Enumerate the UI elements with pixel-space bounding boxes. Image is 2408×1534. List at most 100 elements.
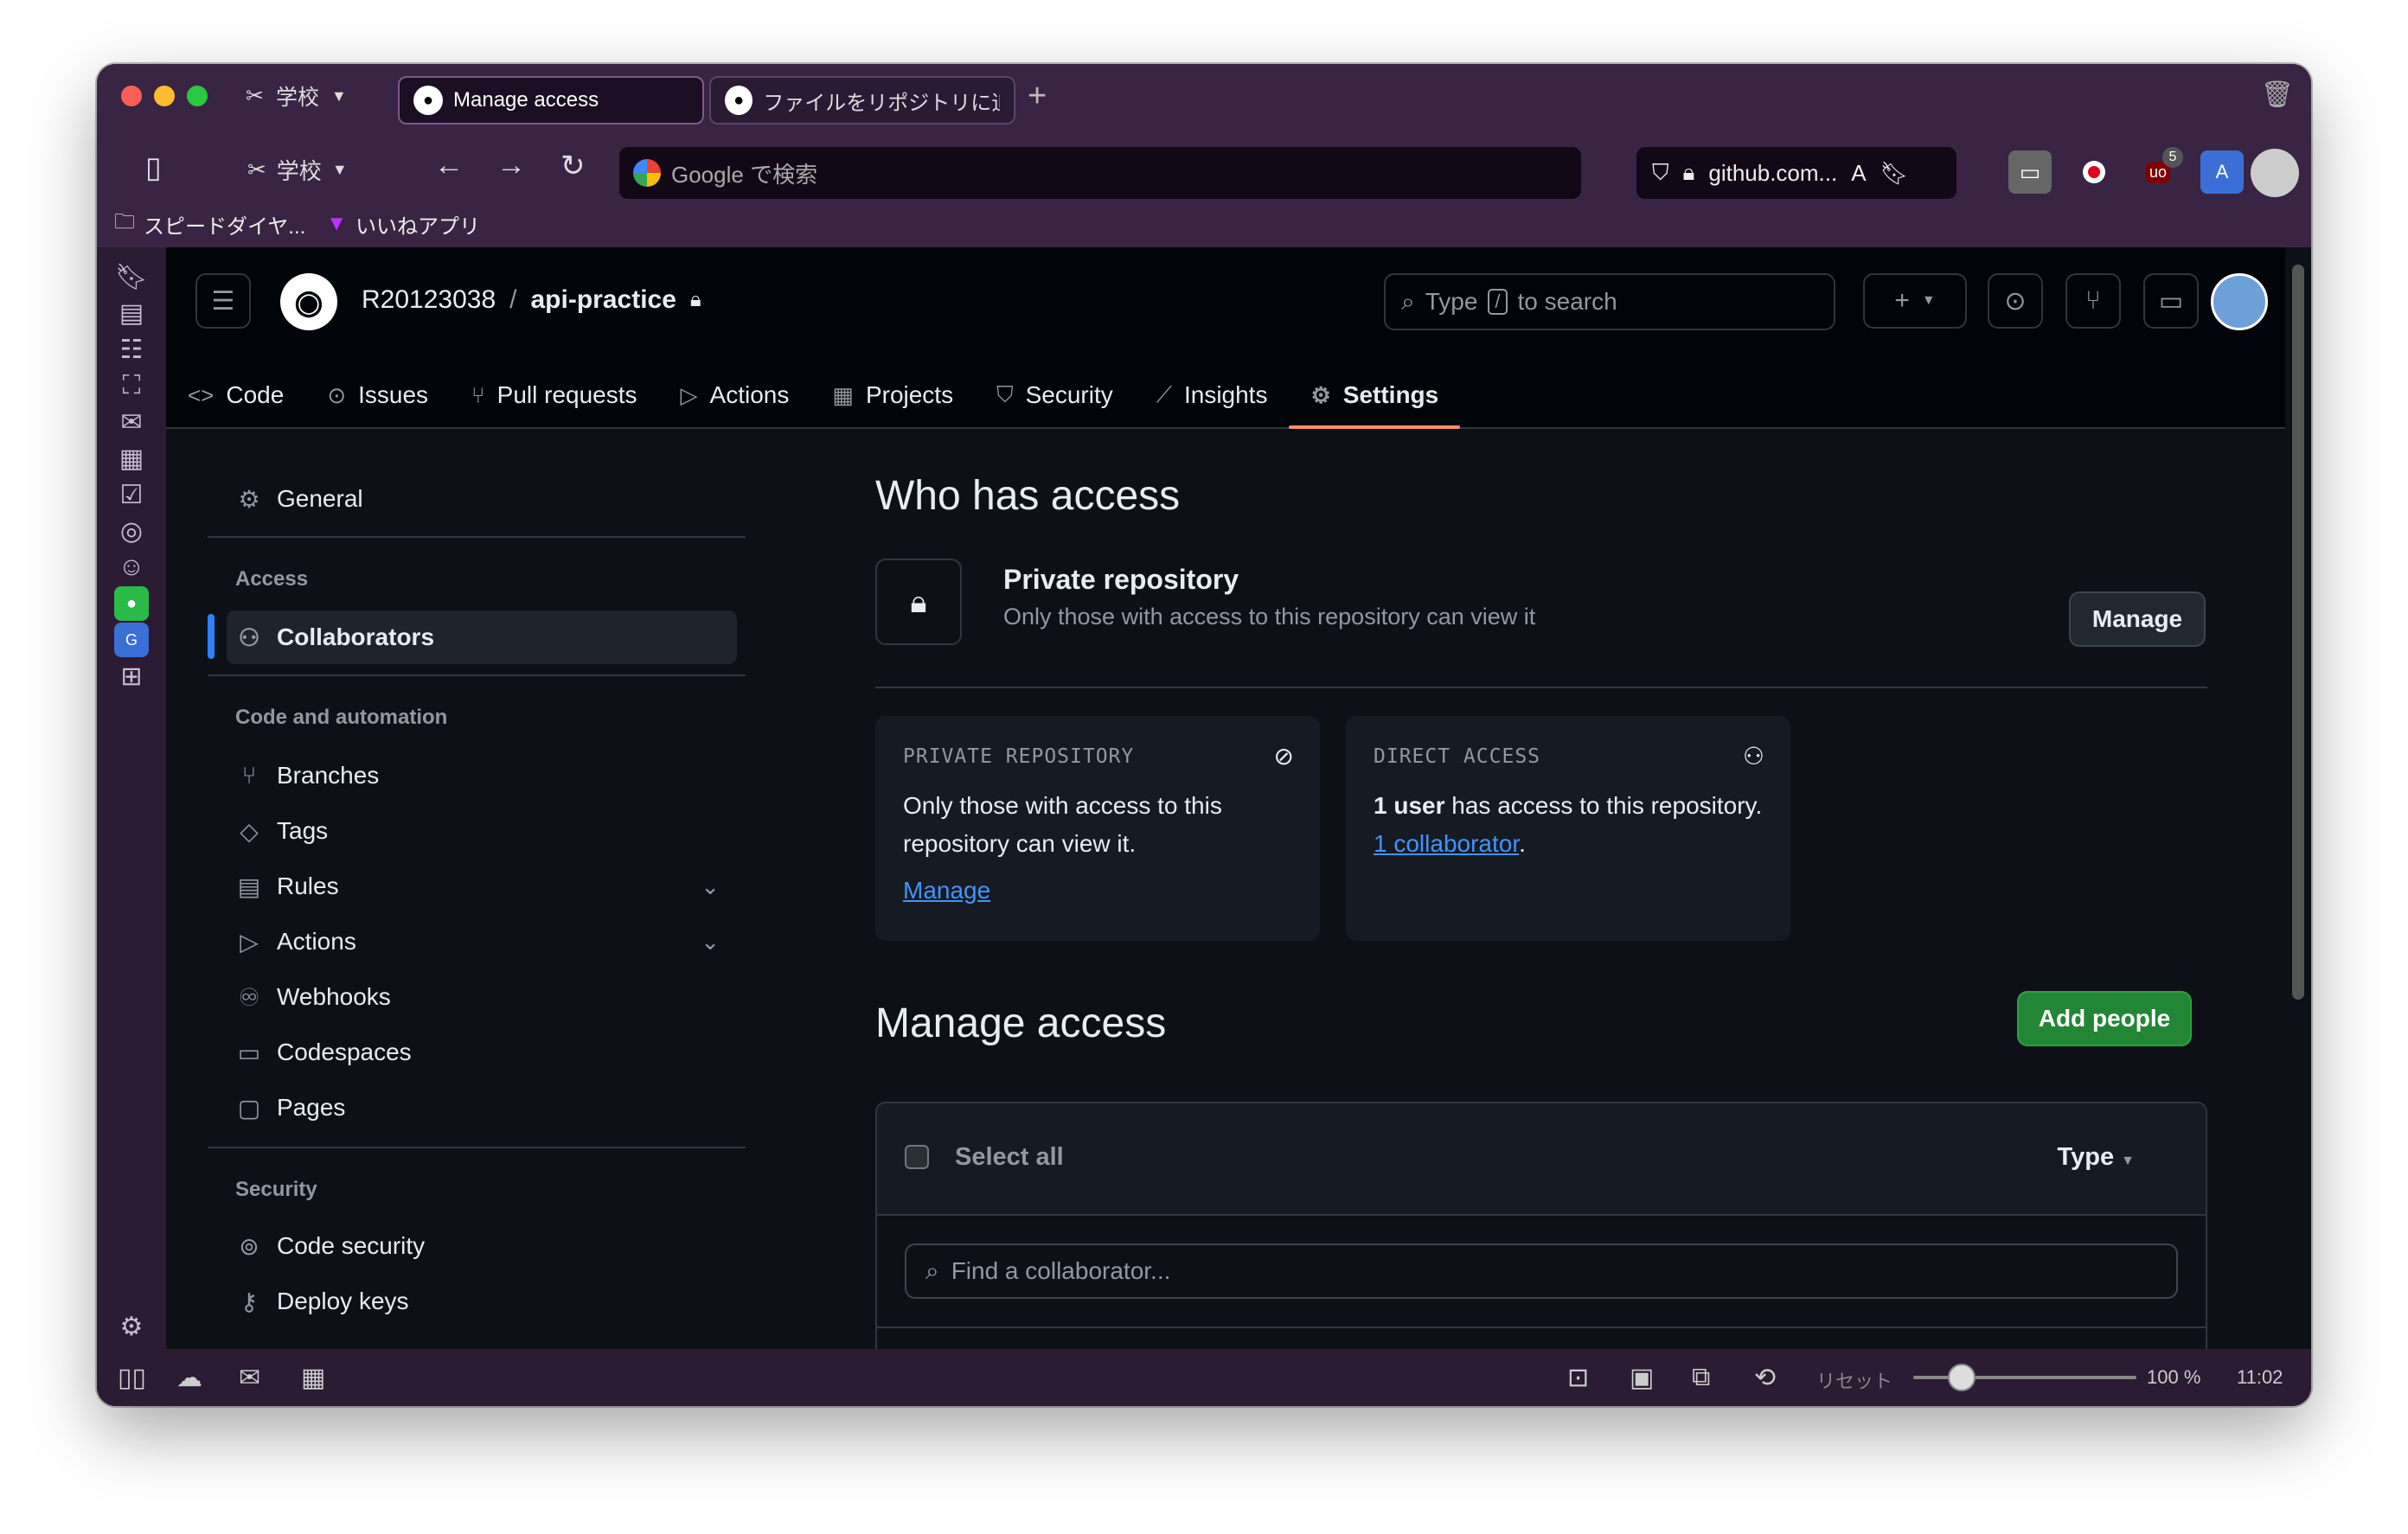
search-input[interactable]: ⌕ Type / to search bbox=[1384, 273, 1835, 330]
calendar-icon[interactable]: ▦ bbox=[301, 1363, 325, 1393]
translate-panel-icon[interactable]: ⛶ bbox=[114, 368, 149, 403]
forward-arrow-icon[interactable]: → bbox=[496, 149, 526, 182]
line-app-icon[interactable]: ● bbox=[114, 586, 149, 621]
capture-icon[interactable]: ⊡ bbox=[1567, 1363, 1589, 1393]
code-icon: <> bbox=[188, 381, 215, 408]
new-tab-button[interactable]: + bbox=[1028, 78, 1047, 115]
history-icon[interactable]: ☷ bbox=[114, 332, 149, 367]
feeds-panel-icon[interactable]: ◎ bbox=[114, 514, 149, 548]
sidebar-item-actions[interactable]: ▷ Actions ⌄ bbox=[235, 915, 746, 968]
sidebar-toggle-icon[interactable]: ▯ bbox=[145, 150, 162, 185]
tab-file-repo[interactable]: ● ファイルをリポジトリに追 bbox=[709, 76, 1015, 125]
private-repository-card: PRIVATE REPOSITORY ⊘ Only those with acc… bbox=[875, 716, 1320, 941]
page-tiling-icon[interactable]: ⧉ bbox=[1692, 1363, 1710, 1392]
tab-label: Code bbox=[226, 381, 285, 408]
profile-avatar[interactable] bbox=[2251, 149, 2299, 197]
sidebar-divider bbox=[208, 536, 746, 538]
workspace-switcher[interactable]: ✂ 学校 ▼ bbox=[246, 80, 347, 112]
sidebar-item-code-security[interactable]: ⊚ Code security bbox=[235, 1219, 746, 1273]
extension-badge: 5 bbox=[2162, 147, 2183, 168]
search-icon: ⌕ bbox=[925, 1256, 939, 1284]
ublock-extension-icon[interactable]: uo 5 bbox=[2136, 147, 2183, 194]
mail-icon[interactable]: ✉ bbox=[239, 1363, 260, 1393]
eye-closed-icon: ⊘ bbox=[1273, 743, 1294, 770]
bookmark-icon[interactable]: 🔖︎ bbox=[1880, 160, 1909, 187]
sidebar-item-rules[interactable]: ▤ Rules ⌄ bbox=[235, 860, 746, 913]
sidebar-item-deploy-keys[interactable]: ⚷ Deploy keys bbox=[235, 1275, 746, 1328]
repo-owner-link[interactable]: R20123038 bbox=[362, 285, 496, 315]
chat-extension-icon[interactable]: ▭ bbox=[2008, 150, 2052, 194]
page-scrollbar[interactable] bbox=[2292, 265, 2304, 1000]
close-window-button[interactable] bbox=[121, 86, 142, 106]
manage-visibility-button[interactable]: Manage bbox=[2069, 591, 2206, 647]
translate-extension-icon[interactable]: A bbox=[2200, 150, 2244, 194]
tab-security[interactable]: ⛉ Security bbox=[975, 368, 1135, 422]
pull-requests-button[interactable]: ⑂ bbox=[2065, 273, 2121, 329]
google-translate-icon[interactable]: G bbox=[114, 623, 149, 657]
zoom-slider-thumb[interactable] bbox=[1948, 1364, 1976, 1391]
tab-label: Issues bbox=[358, 381, 429, 408]
create-new-button[interactable]: + ▼ bbox=[1863, 273, 1967, 329]
calendar-panel-icon[interactable]: ▦ bbox=[114, 441, 149, 476]
site-info-bar[interactable]: ⛉ 🔒︎ github.com... A 🔖︎ bbox=[1636, 147, 1956, 199]
image-toggle-icon[interactable]: ▣ bbox=[1630, 1363, 1654, 1393]
sidebar-item-collaborators[interactable]: ⚇ Collaborators bbox=[227, 610, 737, 664]
sidebar-item-branches[interactable]: ⑂ Branches bbox=[235, 749, 746, 802]
tab-label: Projects bbox=[865, 381, 954, 408]
maximize-window-button[interactable] bbox=[187, 86, 208, 106]
tab-code[interactable]: <> Code bbox=[166, 368, 305, 422]
speed-dial-bookmark[interactable]: 🗀 スピードダイヤ... bbox=[114, 207, 305, 242]
sidebar-item-codespaces[interactable]: ▭ Codespaces bbox=[235, 1026, 746, 1079]
find-collaborator-input[interactable]: ⌕ Find a collaborator... bbox=[905, 1243, 2178, 1299]
sidebar-item-pages[interactable]: ▢ Pages bbox=[235, 1081, 746, 1135]
collaborator-link[interactable]: 1 collaborator bbox=[1374, 830, 1519, 857]
tab-projects[interactable]: ▦ Projects bbox=[810, 368, 975, 422]
find-placeholder: Find a collaborator... bbox=[951, 1257, 1171, 1284]
likes-app-bookmark[interactable]: ▼ いいねアプリ bbox=[326, 209, 480, 240]
reading-list-icon[interactable]: ▤ bbox=[114, 296, 149, 330]
tab-settings[interactable]: ⚙ Settings bbox=[1289, 368, 1461, 429]
inbox-button[interactable]: ▭ bbox=[2143, 273, 2199, 329]
zoom-reset-button[interactable]: リセット bbox=[1816, 1366, 1892, 1394]
trash-icon[interactable]: 🗑 bbox=[2261, 80, 2294, 110]
bookmarks-panel-icon[interactable]: 🔖︎ bbox=[114, 259, 149, 294]
github-logo-icon[interactable]: ◉ bbox=[280, 273, 337, 330]
page-actions-icon[interactable]: ⟲ bbox=[1754, 1363, 1776, 1393]
user-avatar[interactable] bbox=[2211, 273, 2268, 330]
record-extension-icon[interactable] bbox=[2072, 150, 2116, 194]
workspace-switcher-toolbar[interactable]: ✂ 学校 ▼ bbox=[247, 154, 348, 186]
add-panel-icon[interactable]: ⊞ bbox=[114, 659, 149, 693]
cloud-sync-icon[interactable]: ☁ bbox=[176, 1363, 202, 1393]
sidebar-item-tags[interactable]: ◇ Tags bbox=[235, 804, 746, 858]
manage-link[interactable]: Manage bbox=[903, 872, 1292, 910]
clock: 11:02 bbox=[2237, 1366, 2283, 1388]
add-people-button[interactable]: Add people bbox=[2017, 991, 2192, 1046]
tab-issues[interactable]: ⊙ Issues bbox=[305, 368, 450, 422]
minimize-window-button[interactable] bbox=[154, 86, 175, 106]
tab-pull-requests[interactable]: ⑂ Pull requests bbox=[450, 368, 658, 422]
address-placeholder: Google で検索 bbox=[671, 161, 818, 188]
hamburger-menu-icon[interactable]: ☰ bbox=[195, 273, 251, 329]
type-filter-dropdown[interactable]: Type ▼ bbox=[2058, 1143, 2135, 1172]
settings-gear-icon[interactable]: ⚙ bbox=[114, 1309, 149, 1344]
zoom-slider[interactable] bbox=[1913, 1364, 2136, 1391]
tab-manage-access[interactable]: ● Manage access bbox=[398, 76, 704, 125]
contacts-panel-icon[interactable]: ☺ bbox=[114, 550, 149, 585]
select-all-checkbox[interactable] bbox=[905, 1145, 929, 1169]
address-bar[interactable]: Google で検索 bbox=[619, 147, 1581, 199]
reload-icon[interactable]: ↻ bbox=[560, 149, 586, 183]
tab-actions[interactable]: ▷ Actions bbox=[659, 368, 811, 422]
panel-toggle-icon[interactable]: ▯▯ bbox=[118, 1363, 146, 1393]
sidebar-item-general[interactable]: ⚙ General bbox=[235, 472, 746, 526]
tab-label: Security bbox=[1025, 381, 1113, 408]
repo-name-link[interactable]: api-practice bbox=[531, 285, 676, 315]
translate-icon[interactable]: A bbox=[1851, 160, 1866, 187]
tab-insights[interactable]: ⟋ Insights bbox=[1135, 368, 1290, 422]
codespaces-icon: ▭ bbox=[237, 1039, 261, 1066]
sidebar-item-label: Branches bbox=[277, 762, 380, 789]
issues-button[interactable]: ⊙ bbox=[1988, 273, 2043, 329]
tasks-panel-icon[interactable]: ☑ bbox=[114, 477, 149, 512]
sidebar-item-webhooks[interactable]: ♾ Webhooks bbox=[235, 970, 746, 1024]
mail-panel-icon[interactable]: ✉ bbox=[114, 405, 149, 439]
back-arrow-icon[interactable]: ← bbox=[434, 149, 464, 182]
